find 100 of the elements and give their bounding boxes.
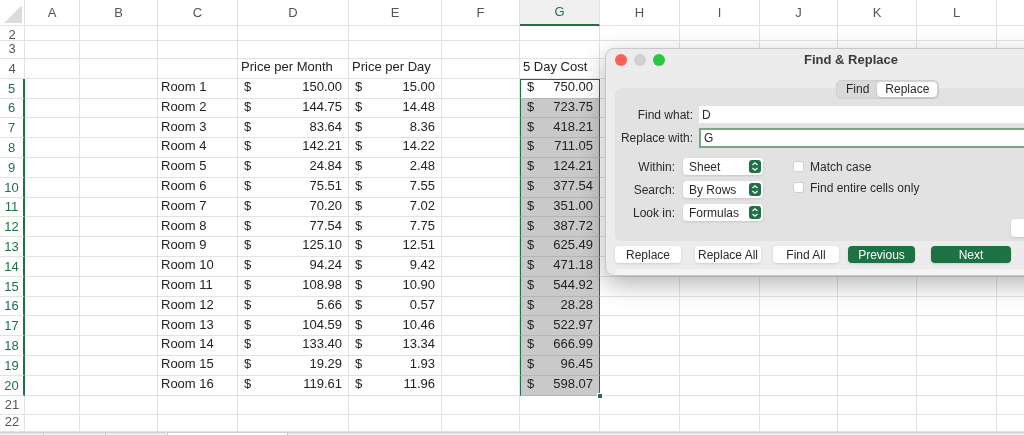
currency-symbol: $ [354,78,363,97]
select-label: Look in: [631,204,676,222]
currency-symbol: $ [526,157,535,176]
cell-value: 14.22 [402,137,436,156]
table-cell-text: Room 3 [160,117,207,136]
field-label: Find what: [636,106,694,124]
column-header[interactable]: C [158,0,238,26]
row-header[interactable]: 14 [0,256,25,277]
row-header[interactable]: 19 [0,355,25,376]
column-header[interactable]: I [680,0,760,26]
currency-symbol: $ [526,137,535,156]
row-header[interactable]: 18 [0,336,25,356]
currency-symbol: $ [526,216,535,235]
input-field[interactable]: D [699,106,1024,124]
column-header[interactable]: D [238,0,349,26]
row-header[interactable]: 4 [0,59,25,79]
dialog-button[interactable]: Find All [773,246,839,264]
currency-symbol: $ [526,78,535,97]
cell-value: 14.48 [402,97,436,116]
currency-symbol: $ [243,295,252,314]
table-cell-text: Room 10 [160,256,214,275]
row-header[interactable]: 3 [0,41,25,59]
currency-symbol: $ [243,196,252,215]
cell-value: 7.55 [409,177,436,196]
currency-symbol: $ [243,157,252,176]
select-label: Search: [632,181,676,199]
row-header[interactable]: 20 [0,375,25,396]
cell-value: 75.51 [309,177,343,196]
dialog-button[interactable]: Replace [615,246,681,264]
dialog-button[interactable]: Replace All [695,246,761,264]
row-header[interactable]: 11 [0,197,25,218]
table-cell-text: Room 6 [160,177,207,196]
row-header[interactable]: 13 [0,237,25,257]
cell-value: 544.92 [553,276,594,295]
currency-symbol: $ [354,315,363,334]
column-header[interactable]: K [838,0,917,26]
currency-symbol: $ [526,196,535,215]
checkbox-label: Match case [810,158,872,176]
column-header[interactable]: L [917,0,997,26]
currency-symbol: $ [354,157,363,176]
currency-symbol: $ [526,256,535,275]
table-cell-text: Room 5 [160,157,207,176]
column-header[interactable]: G [520,0,600,26]
row-header[interactable]: 21 [0,395,25,416]
currency-symbol: $ [243,335,252,354]
column-header[interactable]: H [600,0,680,26]
dialog-button[interactable]: Next [931,246,1011,264]
row-header[interactable]: 6 [0,98,25,119]
currency-symbol: $ [243,117,252,136]
currency-symbol: $ [526,276,535,295]
row-header[interactable]: 15 [0,276,25,297]
row-header[interactable]: 9 [0,158,25,178]
cell-value: 19.29 [309,355,343,374]
field-label: Replace with: [619,129,694,147]
cell-value: 711.05 [554,137,594,156]
cell-value: 0.57 [409,295,436,314]
row-header[interactable]: 12 [0,217,25,238]
cell-value: 11.96 [403,375,436,394]
dropdown[interactable]: Formulas [683,204,763,222]
cell-value: 2.48 [409,157,436,176]
input-field[interactable]: G [699,127,1024,148]
row-header[interactable]: 2 [0,26,25,41]
table-cell-text: Room 2 [160,97,207,116]
column-header[interactable]: A [25,0,80,26]
table-cell-text: Room 14 [160,335,214,354]
currency-symbol: $ [526,177,535,196]
row-header[interactable]: 17 [0,316,25,337]
column-header[interactable]: B [80,0,158,26]
column-title: Price per Day [351,58,431,77]
dialog-button[interactable]: Previous [848,246,915,264]
row-header[interactable]: 7 [0,118,25,139]
tab[interactable]: Find [838,81,878,97]
cell-value: 9.42 [409,256,436,275]
cell-value: 83.64 [309,117,343,136]
dropdown[interactable]: By Rows [683,181,763,199]
cell-value: 8.36 [409,117,436,136]
currency-symbol: $ [354,216,363,235]
cell-value: 70.20 [309,196,343,215]
row-header[interactable]: 8 [0,138,25,158]
cell-value: 124.21 [553,157,594,176]
tab[interactable]: Replace [877,81,938,97]
row-header[interactable]: 5 [0,78,25,99]
column-header[interactable]: E [349,0,442,26]
currency-symbol: $ [526,375,535,394]
currency-symbol: $ [243,256,252,275]
row-header[interactable]: 10 [0,177,25,198]
currency-symbol: $ [354,335,363,354]
column-header[interactable]: J [760,0,838,26]
currency-symbol: $ [243,355,252,374]
row-header[interactable]: 16 [0,296,25,317]
cell-value: 7.02 [409,196,436,215]
currency-symbol: $ [243,216,252,235]
cell-value: 142.21 [302,137,343,156]
dropdown[interactable]: Sheet [683,158,763,176]
cell-value: 750.00 [553,78,594,97]
cell-value: 24.84 [309,157,343,176]
currency-symbol: $ [526,295,535,314]
cell-value: 7.75 [409,216,436,235]
checkbox-label: Find entire cells only [810,179,920,197]
currency-symbol: $ [354,177,363,196]
